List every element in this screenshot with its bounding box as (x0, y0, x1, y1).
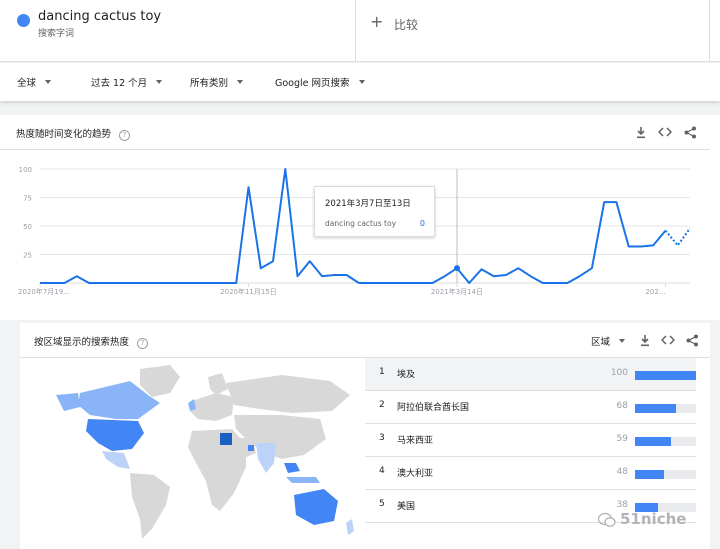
y-tick-label: 25 (23, 252, 32, 260)
rank-value: 100 (610, 368, 628, 378)
watermark-text: 51niche (620, 510, 687, 528)
rank-value: 48 (616, 467, 628, 477)
download-icon[interactable] (634, 126, 648, 140)
map-region-south-america (130, 473, 170, 539)
tooltip-value: 0 (419, 219, 425, 228)
series-line-partial (664, 227, 691, 248)
compare-label: 比较 (394, 18, 419, 32)
category-filter[interactable]: 所有类别 (190, 75, 244, 89)
time-range-filter-label: 过去 12 个月 (91, 78, 148, 89)
map-region-mexico (102, 451, 130, 469)
search-type-filter-label: Google 网页搜索 (275, 78, 350, 89)
rank-bar-fill (635, 470, 665, 479)
rank-region-name: 阿拉伯联合酋长国 (397, 403, 470, 413)
rank-number: 1 (379, 367, 385, 377)
rank-region-name: 马来西亚 (397, 436, 434, 446)
tooltip-term: dancing cactus toy (325, 219, 397, 228)
chevron-down-icon (358, 80, 365, 84)
chevron-down-icon (619, 339, 626, 343)
map-region-australia (294, 489, 338, 525)
tooltip-date: 2021年3月7日至13日 (325, 199, 411, 209)
region-level-selector[interactable]: 区域 (591, 334, 626, 348)
watermark: 51niche (598, 508, 708, 532)
map-region-greenland (140, 365, 180, 397)
map-region-new-zealand (346, 519, 354, 535)
search-term-sublabel: 搜索字词 (38, 29, 75, 39)
share-icon[interactable] (683, 126, 697, 140)
region-filter-label: 全球 (17, 78, 37, 89)
x-tick-label: 2020年11月15日 (220, 287, 277, 296)
interest-over-time-title: 热度随时间变化的趋势? (16, 126, 131, 141)
map-region-egypt (220, 433, 232, 445)
map-region-india (256, 443, 276, 473)
rank-bar-fill (635, 404, 677, 413)
search-term-name[interactable]: dancing cactus toy (38, 9, 161, 24)
embed-icon[interactable] (657, 126, 673, 140)
plus-icon: + (370, 12, 384, 31)
map-region-indonesia (286, 477, 320, 483)
share-icon[interactable] (685, 334, 699, 348)
map-region-scandinavia (208, 373, 228, 395)
rank-number: 2 (379, 400, 385, 410)
rank-bar-track (635, 470, 696, 479)
embed-icon[interactable] (660, 334, 676, 348)
rank-bar-fill (635, 371, 696, 380)
card-divider (0, 149, 710, 150)
x-tick-label: 2020年7月19... (18, 287, 70, 296)
x-tick-label: 202... (645, 288, 665, 296)
y-tick-label: 75 (23, 195, 32, 203)
world-map[interactable] (20, 359, 360, 549)
help-icon[interactable]: ? (119, 130, 131, 141)
chevron-down-icon (45, 80, 52, 84)
rank-bar-fill (635, 437, 671, 446)
rank-number: 5 (379, 499, 385, 509)
rank-value: 59 (616, 434, 628, 444)
rank-region-name: 澳大利亚 (397, 469, 434, 479)
rank-number: 3 (379, 433, 385, 443)
rank-number: 4 (379, 466, 385, 476)
region-rank-row[interactable]: 4 澳大利亚 48 (365, 457, 696, 490)
interest-by-region-title-text: 按区域显示的搜索热度 (34, 337, 130, 348)
rank-bar-track (635, 371, 696, 380)
search-terms-bar: dancing cactus toy 搜索字词 + 比较 (0, 0, 720, 62)
term-color-dot (17, 14, 30, 27)
search-term-card[interactable]: dancing cactus toy 搜索字词 (0, 0, 356, 62)
y-tick-label: 100 (19, 166, 32, 174)
chart-tooltip: 2021年3月7日至13日 dancing cactus toy 0 (314, 186, 435, 237)
region-filter[interactable]: 全球 (17, 75, 52, 89)
rank-bar-track (635, 404, 696, 413)
interest-by-region-title: 按区域显示的搜索热度? (34, 334, 149, 349)
map-region-russia (226, 375, 350, 413)
download-icon[interactable] (638, 334, 652, 348)
search-type-filter[interactable]: Google 网页搜索 (275, 75, 365, 89)
map-region-alaska (56, 393, 80, 411)
map-region-usa (86, 419, 144, 451)
compare-button[interactable]: + 比较 (356, 0, 710, 62)
region-level-label: 区域 (591, 337, 611, 348)
region-rank-row[interactable]: 3 马来西亚 59 (365, 424, 696, 457)
interest-over-time-title-text: 热度随时间变化的趋势 (16, 129, 112, 140)
google-trends-page: dancing cactus toy 搜索字词 + 比较 全球 过去 12 个月… (0, 0, 720, 549)
map-region-europe (190, 393, 234, 421)
filter-bar: 全球 过去 12 个月 所有类别 Google 网页搜索 (0, 63, 720, 101)
help-icon[interactable]: ? (137, 338, 149, 349)
rank-value: 68 (616, 401, 628, 411)
chevron-down-icon (237, 80, 244, 84)
chevron-down-icon (156, 80, 163, 84)
rank-bar-track (635, 437, 696, 446)
rank-region-name: 埃及 (397, 370, 416, 380)
y-tick-label: 50 (23, 223, 32, 231)
rank-region-name: 美国 (397, 502, 416, 512)
hover-point (453, 265, 460, 272)
category-filter-label: 所有类别 (190, 78, 229, 89)
time-range-filter[interactable]: 过去 12 个月 (91, 75, 163, 89)
wechat-icon (598, 512, 616, 527)
region-rank-row[interactable]: 1 埃及 100 (365, 358, 696, 391)
map-region-uae (248, 445, 254, 451)
x-tick-label: 2021年3月14日 (431, 287, 483, 296)
map-region-malaysia (284, 463, 300, 473)
region-rank-row[interactable]: 2 阿拉伯联合酋长国 68 (365, 391, 696, 424)
